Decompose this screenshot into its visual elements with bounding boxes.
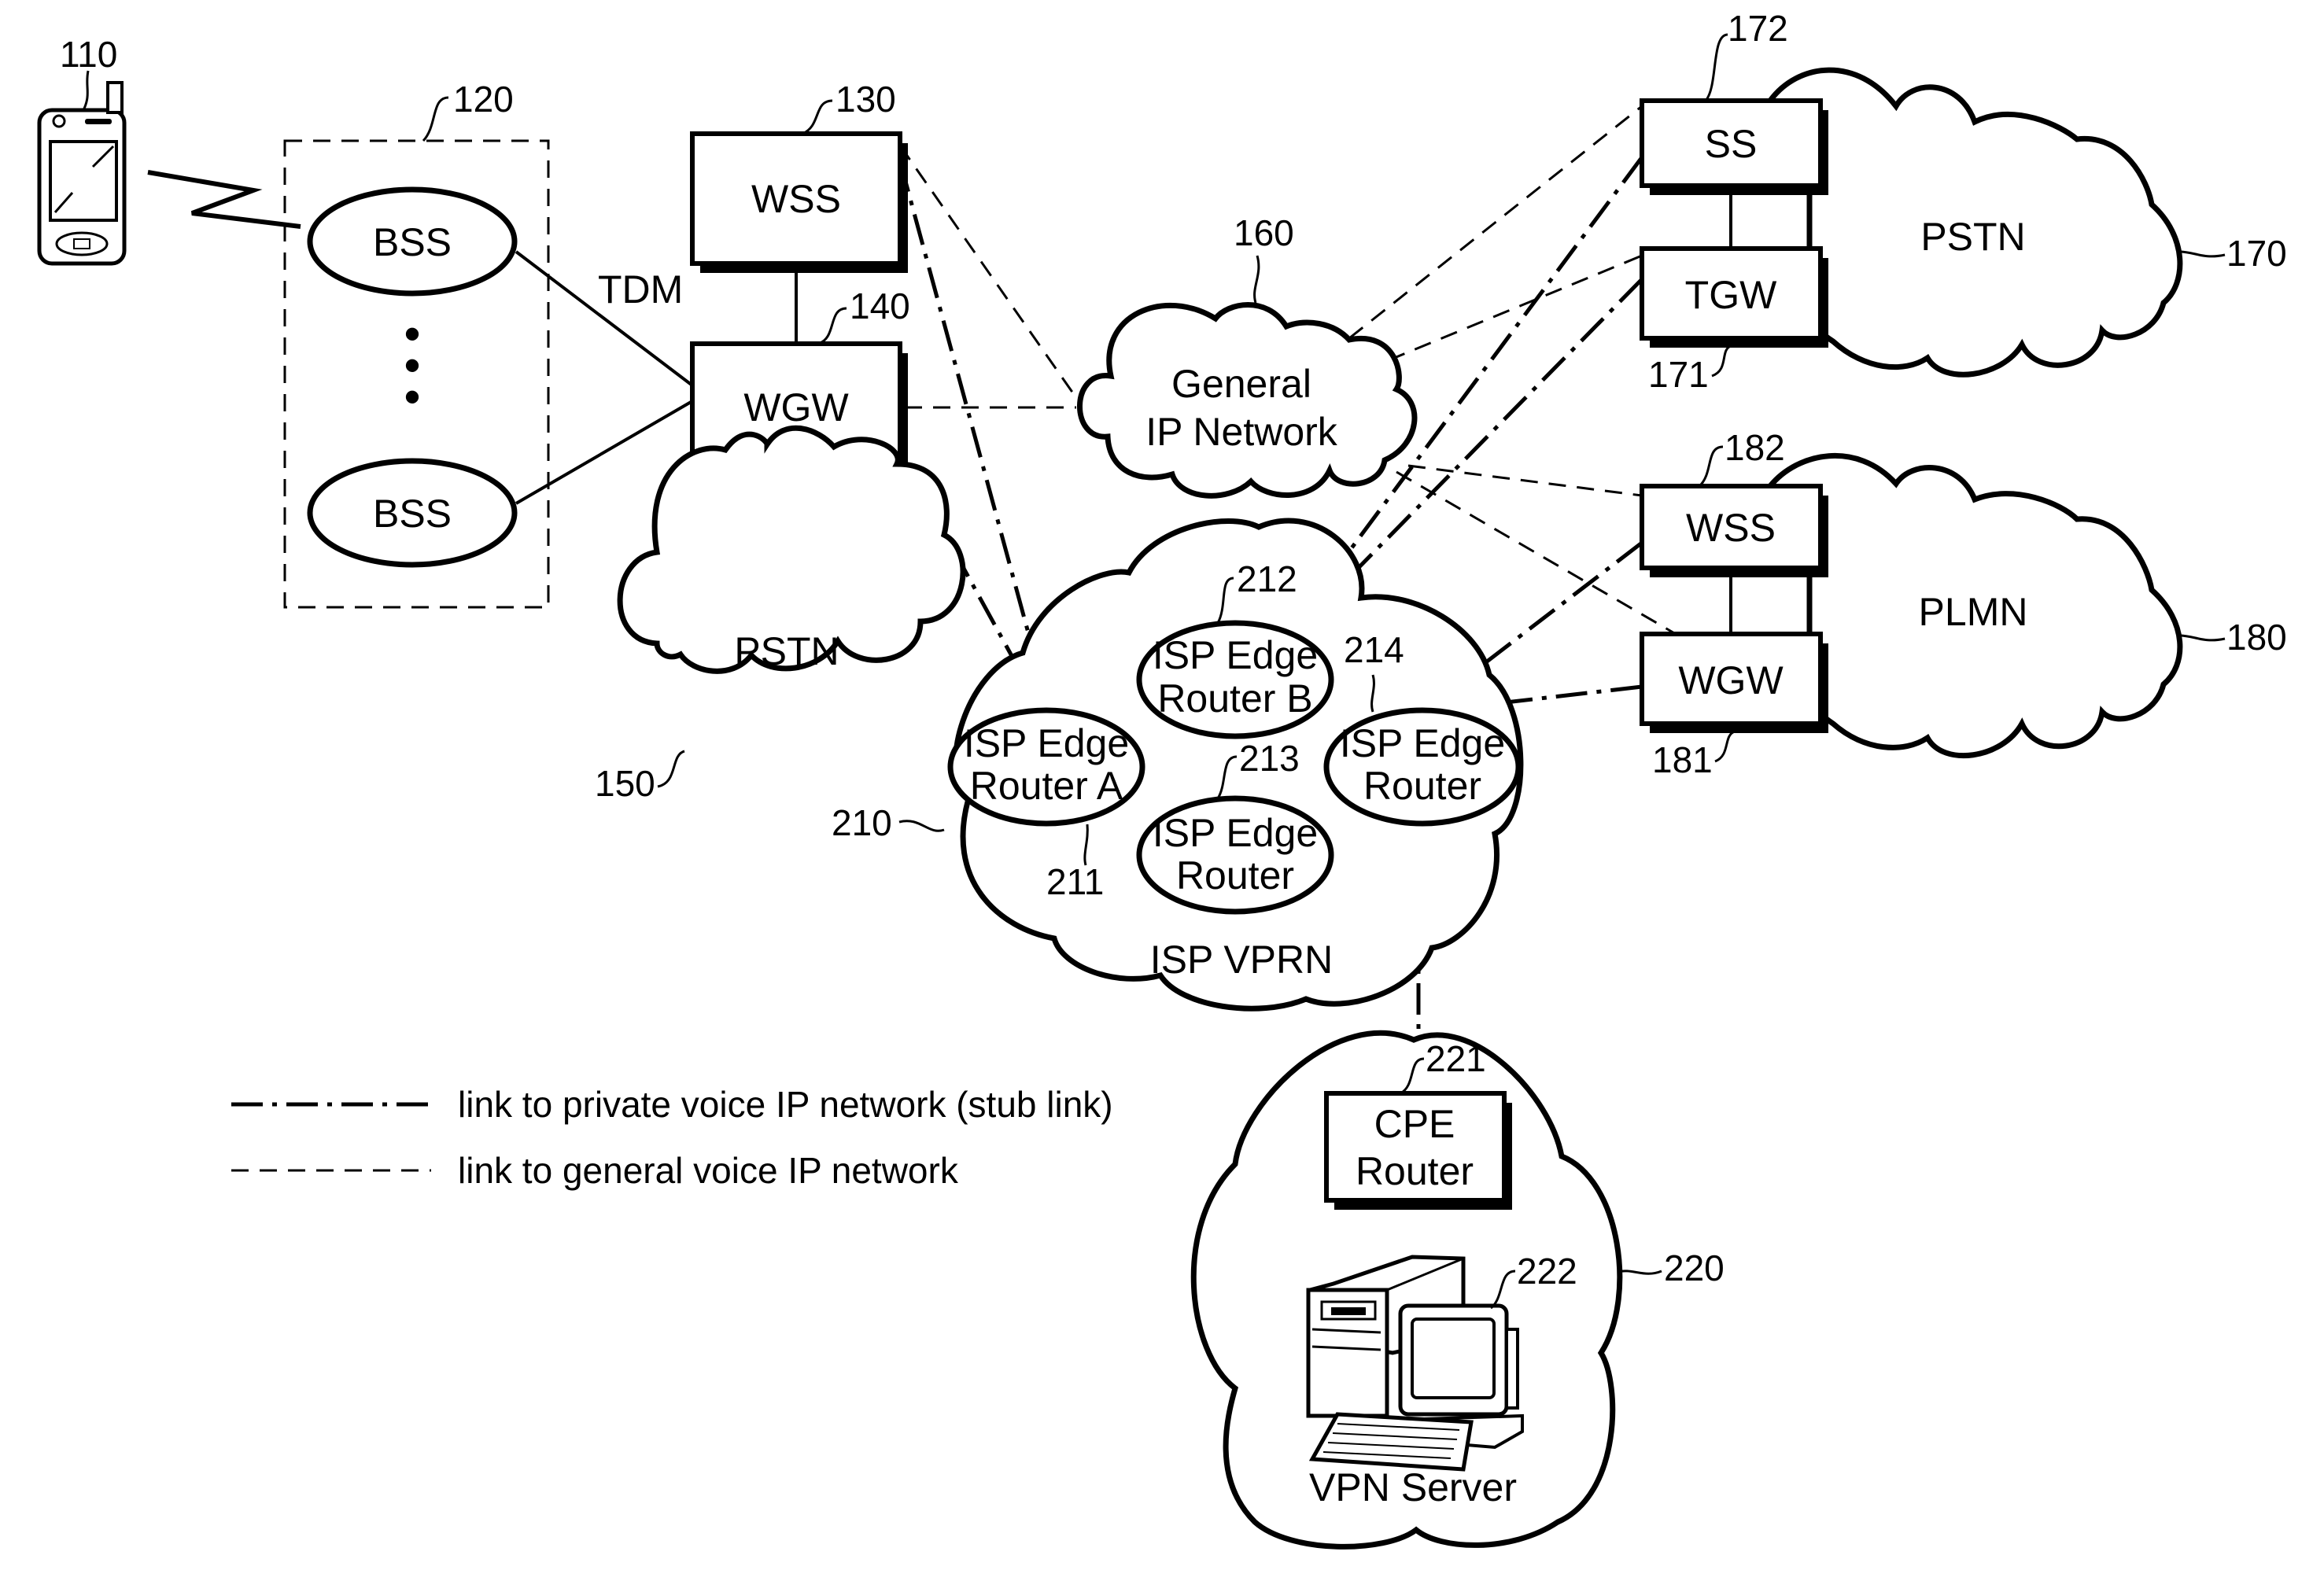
plmn-180-cloud: PLMN [1765,452,2183,759]
leader-171 [1711,345,1732,378]
ss-172-box: SS [1640,98,1828,195]
ref-180: 180 [2226,617,2287,658]
leader-150 [657,750,685,788]
ss-172-label: SS [1705,122,1758,166]
network-diagram: 110 120 BSS • • • BSS TDM WSS 130 WGW 140 … [37,8,2287,1550]
ref-213: 213 [1239,738,1300,779]
link-generalip-tgw [1388,254,1643,362]
tgw-171-box: TGW [1640,246,1828,348]
router-b-line1: ISP Edge [1153,633,1318,677]
wss-182-label: WSS [1686,506,1776,550]
leader-120 [422,96,449,142]
leader-182 [1698,445,1724,488]
wss-182-box: WSS [1640,484,1828,577]
pstn-170-label: PSTN [1920,215,2025,259]
ref-110: 110 [60,34,117,75]
isp-edge-router-214: ISP Edge Router [1323,707,1522,827]
legend: link to private voice IP network (stub l… [231,1084,1113,1191]
ref-170: 170 [2226,233,2287,274]
general-ip-label-line1: General [1171,362,1311,406]
bss-node-1-label: BSS [373,220,452,264]
general-ip-network-cloud: General IP Network [1077,302,1418,499]
ref-211: 211 [1046,861,1104,902]
link-wss-generalip [898,145,1086,410]
ref-222: 222 [1517,1251,1577,1292]
bss-ellipsis: • • • [404,308,420,423]
tgw-171-label: TGW [1685,273,1777,317]
pstn-170-cloud: PSTN [1765,67,2183,378]
router-214-line2: Router [1363,764,1481,808]
general-ip-label-line2: IP Network [1145,410,1338,454]
leader-170 [2178,250,2226,258]
pstn-150-cloud: PSTN [617,425,966,674]
isp-vprn-label: ISP VPRN [1150,938,1334,982]
ref-214: 214 [1344,629,1404,670]
plmn-label: PLMN [1919,590,2028,634]
ref-120: 120 [453,79,514,120]
ref-210: 210 [832,802,892,843]
pstn-150-label: PSTN [734,629,839,673]
leader-110 [82,70,90,111]
cpe-router-box: CPE Router [1324,1091,1512,1210]
legend-label-general-link: link to general voice IP network [458,1150,959,1191]
isp-edge-router-a: ISP Edge Router A [947,707,1145,827]
ref-130: 130 [836,79,896,120]
ref-182: 182 [1725,427,1785,468]
isp-edge-router-b: ISP Edge Router B [1136,620,1334,739]
router-a-line1: ISP Edge [964,721,1129,765]
legend-label-stub-link: link to private voice IP network (stub l… [458,1084,1113,1125]
wss-130-box: WSS [690,131,908,273]
wgw-181-box: WGW [1640,632,1828,733]
ref-212: 212 [1237,558,1297,599]
vpn-server-label: VPN Server [1309,1465,1517,1509]
ref-181: 181 [1652,739,1713,780]
router-213-line2: Router [1176,853,1294,897]
leader-220 [1617,1270,1662,1275]
leader-130 [802,99,833,135]
bss-node-2-label: BSS [373,492,452,536]
link-generalip-wgw181 [1396,470,1677,636]
tdm-label-bss: TDM [598,267,683,311]
radio-link-icon [147,170,301,229]
ref-160: 160 [1234,212,1294,253]
leader-160 [1253,255,1260,304]
ref-172: 172 [1728,8,1788,49]
leader-180 [2178,634,2226,642]
ref-150: 150 [595,763,655,804]
cpe-router-line1: CPE [1374,1102,1455,1146]
leader-172 [1704,33,1728,101]
router-213-line1: ISP Edge [1153,811,1318,855]
wgw-140-label: WGW [743,385,849,429]
wss-130-label: WSS [751,177,841,221]
ref-221: 221 [1426,1038,1486,1079]
wgw-181-label: WGW [1678,658,1784,702]
leader-210 [898,820,945,832]
ref-220: 220 [1664,1248,1725,1288]
isp-edge-router-213: ISP Edge Router [1136,795,1334,915]
bss-node-2: BSS [307,458,518,568]
cpe-router-line2: Router [1356,1149,1474,1193]
ref-140: 140 [850,286,910,326]
router-a-line2: Router A [970,764,1123,808]
link-generalip-ss [1348,105,1643,340]
router-214-line1: ISP Edge [1340,721,1505,765]
ref-171: 171 [1648,354,1709,395]
router-b-line2: Router B [1157,676,1312,721]
mobile-phone-icon [37,81,127,266]
leader-140 [817,307,847,345]
leader-181 [1714,730,1736,763]
bss-node-1: BSS [307,186,518,297]
